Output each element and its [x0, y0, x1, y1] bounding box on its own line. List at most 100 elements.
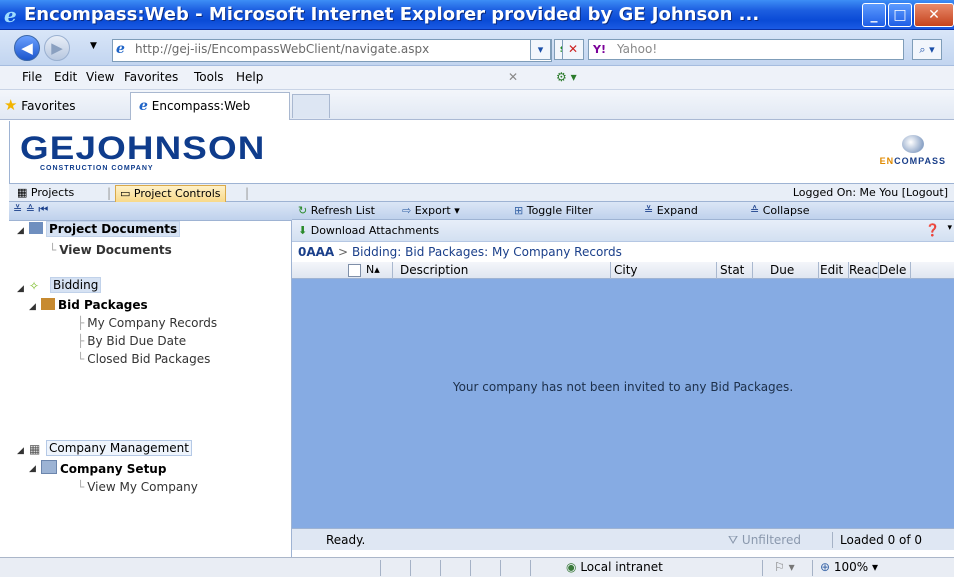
- filter-status: ⛛ Unfiltered: [728, 533, 801, 547]
- search-button[interactable]: ⌕ ▾: [912, 39, 942, 60]
- status-ready: Ready.: [326, 533, 366, 547]
- tree-toolbar: ≚ ≙ ⏮: [9, 202, 292, 221]
- history-dropdown-icon[interactable]: ▼: [90, 41, 97, 51]
- menu-edit[interactable]: Edit: [54, 70, 77, 84]
- back-button[interactable]: ◀: [14, 35, 40, 61]
- logout-link[interactable]: [Logout]: [902, 186, 948, 199]
- browser-tab[interactable]: e Encompass:Web: [130, 92, 290, 120]
- col-due[interactable]: Due: [770, 263, 794, 277]
- collapse-button[interactable]: ≙ Collapse: [750, 204, 809, 217]
- tree-by-bid-due-date[interactable]: ├ By Bid Due Date: [77, 334, 186, 348]
- tree-my-company-records[interactable]: ├ My Company Records: [77, 316, 217, 330]
- empty-grid-message: Your company has not been invited to any…: [452, 380, 794, 394]
- collapse-arrow-icon[interactable]: ◢: [17, 226, 24, 236]
- breadcrumb-path: Bidding: Bid Packages: My Company Record…: [351, 245, 622, 259]
- download-attachments-button[interactable]: ⬇ Download Attachments: [298, 224, 439, 237]
- filter-off-icon: ⛛: [728, 533, 739, 547]
- col-city[interactable]: City: [614, 263, 638, 277]
- security-zone: ◉ Local intranet: [566, 560, 663, 574]
- company-logo-subtitle: CONSTRUCTION COMPANY: [40, 165, 154, 172]
- encompass-logo: ENCOMPASS: [879, 156, 946, 166]
- browser-status-bar: ◉ Local intranet ⚐ ▾ ⊕ 100% ▾: [0, 557, 954, 577]
- address-dropdown-icon[interactable]: ▾: [530, 39, 551, 60]
- tree-company-setup[interactable]: Company Setup: [41, 460, 166, 476]
- building-icon: ▦: [29, 442, 41, 456]
- tree-closed-bid-packages[interactable]: └ Closed Bid Packages: [77, 352, 210, 366]
- expand-icon: ≚: [644, 204, 654, 217]
- menu-help[interactable]: Help: [236, 70, 263, 84]
- collapse-arrow-icon[interactable]: ◢: [29, 302, 36, 312]
- company-logo: GEJOHNSON: [20, 130, 266, 166]
- select-all-checkbox[interactable]: [348, 264, 361, 277]
- tree-bid-packages[interactable]: Bid Packages: [41, 298, 148, 312]
- col-delete[interactable]: Dele: [879, 263, 906, 277]
- export-button[interactable]: ⇨ Export ▾: [402, 204, 460, 217]
- grid-status-bar: Ready. ⛛ Unfiltered Loaded 0 of 0: [292, 528, 954, 550]
- folder-icon: [29, 222, 43, 234]
- logged-on-label: Logged On: Me You [Logout]: [792, 186, 948, 199]
- intranet-icon: ◉: [566, 560, 577, 574]
- zoom-icon: ⊕: [820, 560, 831, 574]
- ie-tab-icon: e: [139, 98, 148, 114]
- tree-bidding[interactable]: ✧ Bidding: [29, 277, 102, 293]
- minimize-button[interactable]: _: [862, 3, 886, 27]
- menu-favorites[interactable]: Favorites: [124, 70, 178, 84]
- page-icon: e: [116, 41, 125, 57]
- refresh-list-button[interactable]: ↻ Refresh List: [298, 204, 375, 217]
- collapse-arrow-icon[interactable]: ◢: [17, 446, 24, 456]
- handshake-icon: ✧: [29, 279, 40, 293]
- download-row: ⬇ Download Attachments ❓ ▾: [292, 220, 954, 242]
- close-button[interactable]: ✕: [914, 3, 954, 27]
- collapse-arrow-icon[interactable]: ◢: [29, 464, 36, 474]
- tree-project-documents[interactable]: Project Documents: [29, 221, 181, 237]
- help-dropdown-icon[interactable]: ▾: [947, 223, 952, 233]
- menu-view[interactable]: View: [86, 70, 114, 84]
- expand-button[interactable]: ≚ Expand: [644, 204, 698, 217]
- grid-toolbar: ↻ Refresh List ⇨ Export ▾ ⊞ Toggle Filte…: [292, 202, 954, 220]
- menu-tools[interactable]: Tools: [194, 70, 224, 84]
- breadcrumb: 0AAA > Bidding: Bid Packages: My Company…: [292, 242, 954, 262]
- toggle-filter-button[interactable]: ⊞ Toggle Filter: [514, 204, 593, 217]
- star-icon: ★: [4, 96, 18, 114]
- stop-icon[interactable]: ✕: [562, 39, 584, 60]
- package-icon: [41, 298, 55, 310]
- tab-project-controls[interactable]: ▭ Project Controls: [115, 185, 226, 203]
- title-bar: e Encompass:Web - Microsoft Internet Exp…: [0, 0, 954, 30]
- col-read[interactable]: Reac: [849, 263, 878, 277]
- grid-body[interactable]: Your company has not been invited to any…: [292, 279, 954, 528]
- favorites-button[interactable]: ★ Favorites: [4, 95, 76, 115]
- search-input[interactable]: Y! Yahoo!: [588, 39, 904, 60]
- breadcrumb-project[interactable]: 0AAA: [298, 245, 334, 259]
- zoom-level[interactable]: ⊕ 100% ▾: [820, 560, 878, 574]
- new-tab-button[interactable]: [292, 94, 330, 118]
- tree-view-my-company[interactable]: └ View My Company: [77, 480, 198, 494]
- addon-icon[interactable]: ⚙ ▾: [556, 70, 577, 84]
- col-description[interactable]: Description: [400, 263, 468, 277]
- favorites-bar: ★ Favorites e Encompass:Web: [0, 90, 954, 120]
- yahoo-icon: Y!: [593, 43, 606, 56]
- loaded-count: Loaded 0 of 0: [840, 533, 923, 547]
- filter-icon: ⊞: [514, 204, 524, 217]
- maximize-button[interactable]: □: [888, 3, 912, 27]
- address-toolbar: ◀ ▶ ▼ e http://gej-iis/EncompassWebClien…: [0, 30, 954, 66]
- tab-projects[interactable]: ▦ Projects: [13, 185, 78, 201]
- ie-logo-icon: e: [4, 3, 17, 27]
- col-number[interactable]: N▴: [366, 263, 380, 276]
- tree-expand-collapse-icons[interactable]: ≚ ≙ ⏮: [13, 203, 48, 217]
- collapse-icon: ≙: [750, 204, 760, 217]
- grid-header: N▴ Description City Stat Due Edit Reac D…: [292, 262, 954, 279]
- address-input[interactable]: e http://gej-iis/EncompassWebClient/navi…: [112, 39, 552, 62]
- tree-company-management[interactable]: ▦ Company Management: [29, 440, 192, 456]
- setup-icon: [41, 460, 57, 474]
- menu-bar: File Edit View Favorites Tools Help ✕ ⚙ …: [0, 66, 954, 90]
- col-status[interactable]: Stat: [720, 263, 744, 277]
- help-icon[interactable]: ❓: [925, 223, 940, 237]
- close-toolbar-icon[interactable]: ✕: [508, 70, 518, 84]
- tree-view-documents[interactable]: └ View Documents: [49, 243, 172, 257]
- menu-file[interactable]: File: [22, 70, 42, 84]
- window-title: Encompass:Web - Microsoft Internet Explo…: [24, 4, 760, 25]
- forward-button[interactable]: ▶: [44, 35, 70, 61]
- col-edit[interactable]: Edit: [820, 263, 843, 277]
- collapse-arrow-icon[interactable]: ◢: [17, 284, 24, 294]
- protected-mode-icon[interactable]: ⚐ ▾: [774, 560, 795, 574]
